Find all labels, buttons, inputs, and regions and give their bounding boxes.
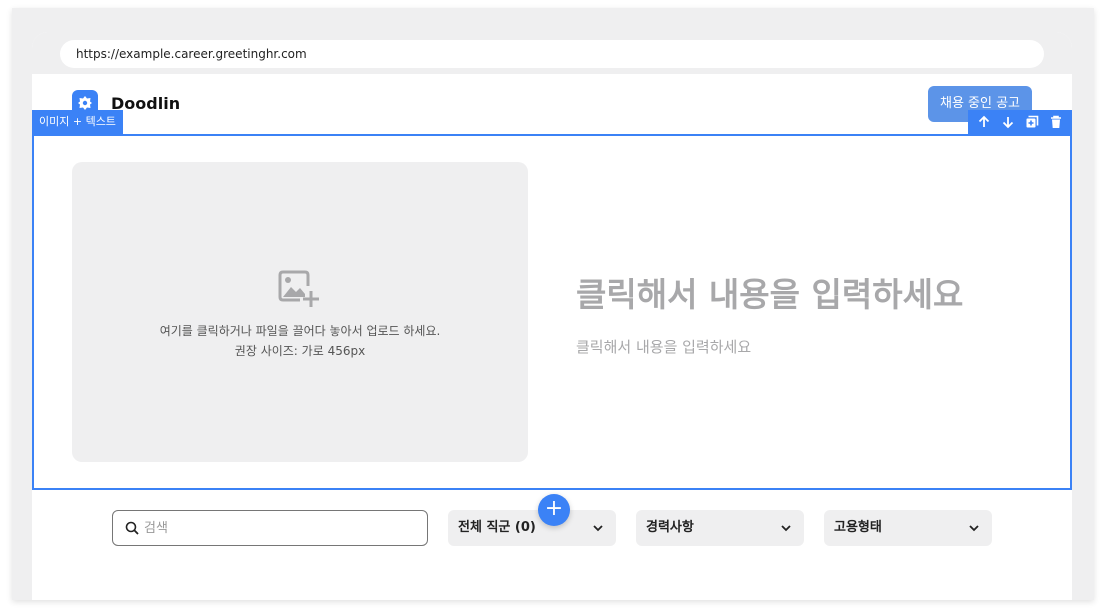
duplicate-icon[interactable]: [1022, 112, 1042, 132]
dropdown-label: 경력사항: [646, 520, 694, 535]
add-image-icon: [278, 270, 320, 314]
add-block-button[interactable]: +: [538, 494, 570, 526]
search-field[interactable]: [112, 510, 428, 546]
chevron-down-icon: [781, 525, 791, 532]
site-header: Doodlin 채용 중인 공고: [32, 74, 1072, 138]
employment-type-dropdown[interactable]: 고용형태: [824, 510, 992, 546]
image-upload-area[interactable]: 여기를 클릭하거나 파일을 끌어다 놓아서 업로드 하세요. 권장 사이즈: 가…: [72, 162, 528, 462]
search-input[interactable]: [144, 511, 414, 545]
job-category-dropdown[interactable]: 전체 직군 (0): [448, 510, 616, 546]
search-icon: [125, 521, 139, 535]
arrow-up-icon[interactable]: [974, 112, 994, 132]
block-toolbar: [968, 110, 1072, 134]
url-bar[interactable]: https://example.career.greetinghr.com: [60, 40, 1044, 68]
experience-dropdown[interactable]: 경력사항: [636, 510, 804, 546]
browser-toolbar: https://example.career.greetinghr.com: [32, 32, 1072, 74]
chevron-down-icon: [969, 525, 979, 532]
dropdown-label: 전체 직군 (0): [458, 520, 536, 535]
body-placeholder[interactable]: 클릭해서 내용을 입력하세요: [576, 336, 751, 357]
image-text-block[interactable]: 여기를 클릭하거나 파일을 끌어다 놓아서 업로드 하세요. 권장 사이즈: 가…: [32, 134, 1072, 490]
dropdown-label: 고용형태: [834, 520, 882, 535]
block-type-label: 이미지 + 텍스트: [32, 110, 123, 134]
upload-hint: 여기를 클릭하거나 파일을 끌어다 놓아서 업로드 하세요.: [159, 324, 441, 338]
trash-icon[interactable]: [1046, 112, 1066, 132]
recommended-size-hint: 권장 사이즈: 가로 456px: [234, 344, 366, 358]
chevron-down-icon: [593, 525, 603, 532]
title-placeholder[interactable]: 클릭해서 내용을 입력하세요: [576, 268, 963, 316]
arrow-down-icon[interactable]: [998, 112, 1018, 132]
